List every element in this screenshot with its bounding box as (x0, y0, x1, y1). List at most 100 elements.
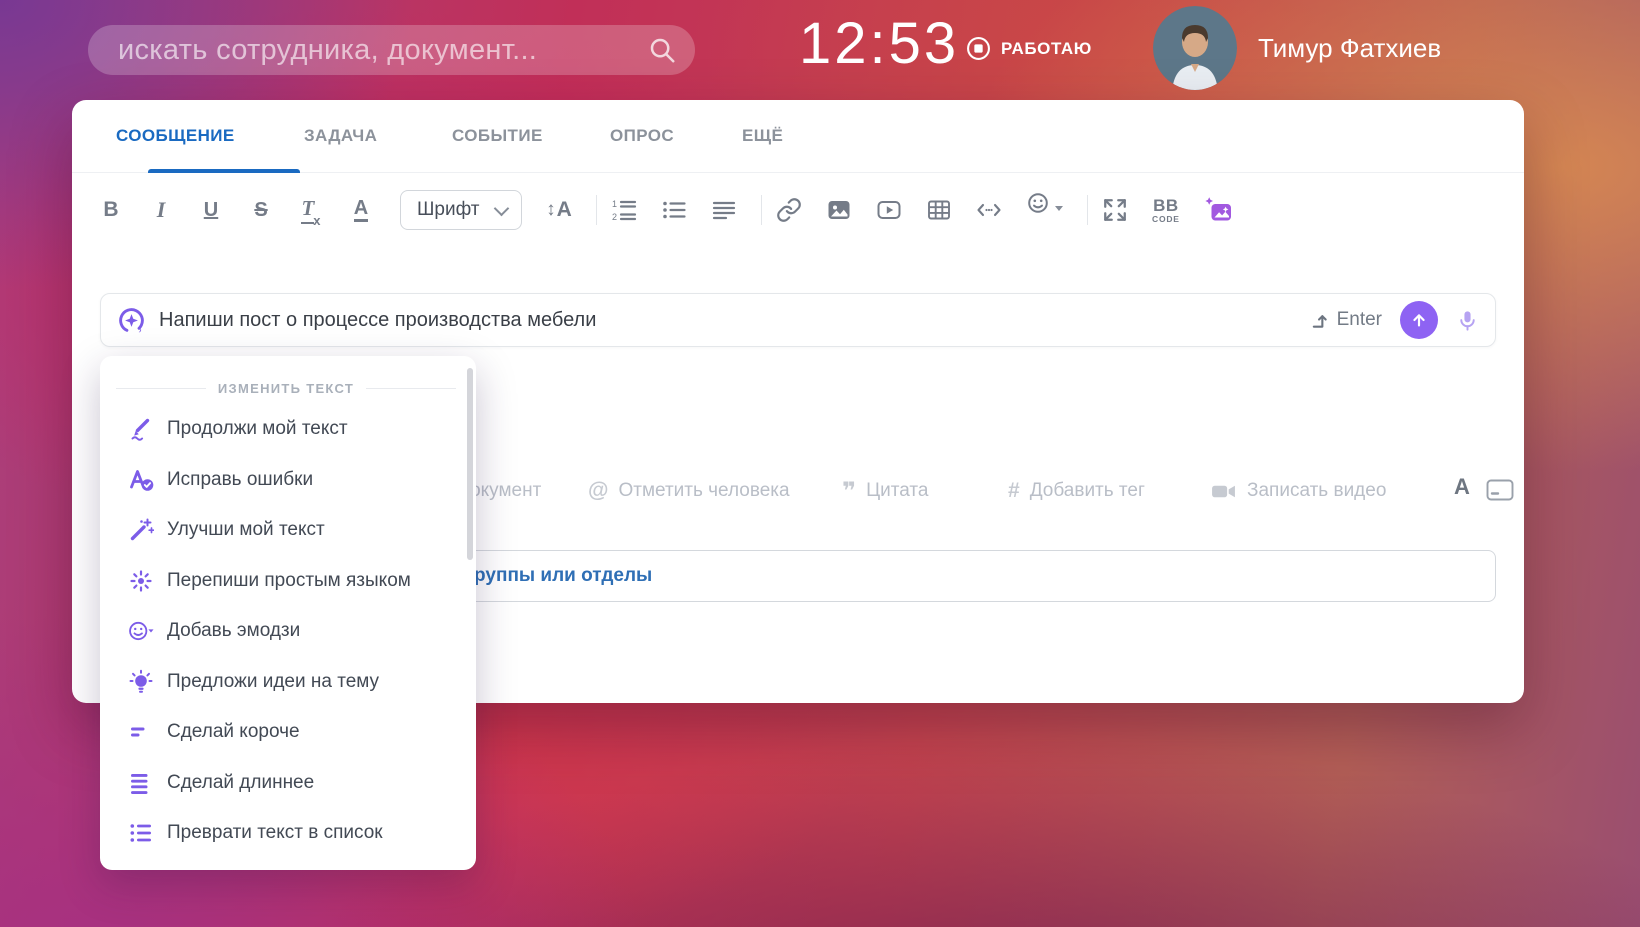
stop-record-icon (967, 37, 990, 60)
background-card-icon (1486, 479, 1514, 501)
lengthen-icon (131, 773, 148, 794)
microphone-icon (1460, 310, 1475, 331)
svg-text:2: 2 (612, 212, 617, 222)
toolbar-divider (596, 195, 597, 225)
italic-button[interactable]: I (148, 190, 174, 230)
ordered-list-button[interactable]: 12 (611, 190, 637, 230)
recipients-value: Группы или отделы (464, 565, 653, 586)
video-icon (877, 201, 901, 219)
ai-image-button[interactable] (1204, 190, 1233, 230)
menu-item-add-emoji[interactable]: Добавь эмодзи (100, 606, 476, 657)
recipients-field[interactable]: Группы или отделы (455, 550, 1496, 602)
bold-button[interactable]: B (98, 190, 124, 230)
tab-task[interactable]: ЗАДАЧА (304, 100, 377, 172)
add-emoji-icon (129, 622, 154, 641)
underline-button[interactable]: U (198, 190, 224, 230)
text-to-list-icon (130, 824, 151, 843)
user-avatar[interactable] (1153, 6, 1237, 90)
chevron-down-icon (1055, 206, 1063, 211)
clock: 12:53 (799, 11, 960, 76)
bullet-list-button[interactable] (661, 190, 687, 230)
ai-image-sparkle-icon (1205, 197, 1231, 221)
quote-icon: ❞ (842, 477, 857, 505)
menu-item-text-to-list[interactable]: Преврати текст в список (100, 808, 476, 859)
fullscreen-button[interactable] (1102, 190, 1128, 230)
menu-item-improve-text[interactable]: Улучши мой текст (100, 505, 476, 556)
link-button[interactable] (776, 190, 802, 230)
tab-message[interactable]: СООБЩЕНИЕ (116, 100, 300, 173)
avatar-photo (1153, 6, 1237, 90)
hash-icon: # (1008, 479, 1020, 502)
user-name[interactable]: Тимур Фатхиев (1258, 33, 1441, 64)
menu-scrollbar[interactable] (467, 368, 473, 560)
clear-format-button[interactable]: Tx (298, 190, 324, 230)
search-icon (650, 38, 675, 63)
send-prompt-button[interactable] (1400, 301, 1438, 339)
magic-wand-icon (130, 518, 154, 541)
menu-section-header: ИЗМЕНИТЬ ТЕКСТ (116, 374, 457, 402)
code-button[interactable] (976, 190, 1002, 230)
ordered-list-icon: 12 (612, 199, 637, 222)
table-button[interactable] (926, 190, 952, 230)
record-video-button[interactable]: Записать видео (1210, 468, 1386, 514)
global-search-input[interactable]: искать сотрудника, документ... (88, 25, 695, 75)
toolbar-divider (1087, 195, 1088, 225)
font-select[interactable]: Шрифт (400, 190, 522, 230)
status-label: РАБОТАЮ (1001, 38, 1092, 58)
video-camera-icon (1212, 485, 1235, 497)
table-icon (928, 200, 950, 220)
video-button[interactable] (876, 190, 902, 230)
enter-hint: Enter (1310, 309, 1382, 331)
menu-item-fix-errors[interactable]: Исправь ошибки (100, 455, 476, 506)
menu-item-continue-text[interactable]: Продолжи мой текст (100, 404, 476, 455)
bbcode-button[interactable]: BB CODE (1152, 197, 1180, 224)
emoji-icon (1028, 193, 1048, 213)
work-status-button[interactable]: РАБОТАЮ (966, 36, 1092, 61)
add-tag-button[interactable]: # Добавить тег (1008, 468, 1145, 514)
divider (116, 387, 206, 389)
strikethrough-button[interactable]: S (248, 190, 274, 230)
divider (366, 387, 457, 389)
fullscreen-icon (1104, 199, 1126, 221)
toolbar-divider (761, 195, 762, 225)
image-icon (828, 201, 850, 219)
menu-item-suggest-ideas[interactable]: Предложи идеи на тему (100, 657, 476, 708)
tab-poll[interactable]: ОПРОС (610, 100, 674, 172)
tab-more[interactable]: ЕЩЁ (742, 100, 783, 172)
quote-button[interactable]: ❞ Цитата (842, 468, 928, 514)
text-color-button[interactable]: A (348, 190, 374, 230)
spellcheck-icon (130, 469, 154, 491)
copilot-icon (119, 307, 144, 333)
chevron-down-icon (493, 200, 510, 216)
plain-language-icon (130, 570, 152, 592)
return-key-icon (1312, 314, 1327, 328)
align-button[interactable] (711, 190, 737, 230)
tab-event[interactable]: СОБЫТИЕ (452, 100, 543, 172)
microphone-button[interactable] (1456, 309, 1479, 332)
code-icon (977, 203, 1001, 217)
menu-item-make-longer[interactable]: Сделай длиннее (100, 758, 476, 809)
arrow-up-icon (1413, 314, 1425, 327)
menu-items: Продолжи мой текст Исправь ошибки Улучши… (100, 404, 476, 859)
copilot-actions-menu: ИЗМЕНИТЬ ТЕКСТ Продолжи мой текст Исправ… (100, 356, 476, 870)
image-button[interactable] (826, 190, 852, 230)
bullet-list-icon (663, 201, 686, 219)
align-left-icon (712, 201, 736, 220)
post-background-button[interactable] (1486, 478, 1514, 502)
svg-text:1: 1 (612, 199, 617, 209)
menu-item-make-shorter[interactable]: Сделай короче (100, 707, 476, 758)
composer-tabs: СООБЩЕНИЕ ЗАДАЧА СОБЫТИЕ ОПРОС ЕЩЁ (72, 100, 1524, 173)
text-style-button[interactable]: A (1454, 474, 1470, 500)
emoji-button[interactable] (1026, 190, 1063, 230)
prompt-text: Напиши пост о процессе производства мебе… (159, 308, 597, 331)
at-icon: @ (588, 479, 609, 502)
format-toolbar: B I U S Tx A Шрифт ↕ A 12 BB CODE (98, 184, 1233, 236)
shorten-icon (131, 727, 145, 737)
mention-person-button[interactable]: @ Отметить человека (588, 468, 790, 514)
desktop: искать сотрудника, документ... 12:53 РАБ… (0, 0, 1640, 927)
active-tab-underline (148, 169, 300, 173)
pen-continue-icon (131, 419, 150, 442)
copilot-prompt-input[interactable]: Напиши пост о процессе производства мебе… (100, 293, 1496, 347)
font-size-button[interactable]: ↕ A (546, 190, 572, 230)
menu-item-plain-language[interactable]: Перепиши простым языком (100, 556, 476, 607)
